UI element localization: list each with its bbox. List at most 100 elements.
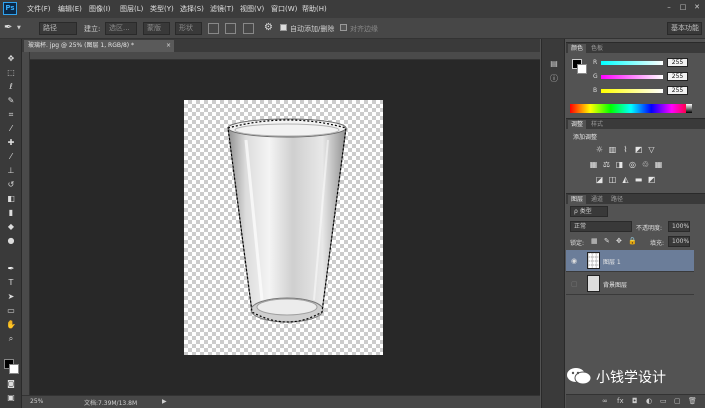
add-mask-icon[interactable]: ◘ — [632, 397, 638, 405]
new-layer-icon[interactable]: ▢ — [674, 397, 681, 405]
eraser-tool-icon[interactable]: ◧ — [5, 194, 17, 204]
quick-mask-icon[interactable]: ◙ — [5, 379, 17, 389]
green-value[interactable]: 255 — [667, 72, 688, 81]
gear-icon[interactable]: ⚙ — [264, 22, 273, 33]
hue-saturation-icon[interactable]: ▦ — [589, 161, 598, 169]
status-arrow-icon[interactable]: ▶ — [162, 398, 167, 405]
curves-icon[interactable]: ⌇ — [621, 146, 630, 154]
marquee-tool-icon[interactable]: ⬚ — [5, 68, 17, 78]
menu-file[interactable]: 文件(F) — [27, 4, 51, 14]
posterize-icon[interactable]: ◫ — [608, 176, 617, 184]
color-spectrum-bar[interactable] — [570, 104, 692, 113]
make-shape-button[interactable]: 形状 — [175, 22, 202, 35]
menu-help[interactable]: 帮助(H) — [302, 4, 327, 14]
gradient-map-icon[interactable]: ▬ — [634, 176, 643, 184]
minimize-button[interactable]: – — [664, 3, 674, 12]
chevron-down-icon[interactable]: ▼ — [17, 25, 21, 31]
visibility-eye-icon[interactable]: ◉ — [571, 257, 580, 265]
path-alignment-icon[interactable] — [225, 23, 236, 34]
move-tool-icon[interactable]: ✥ — [5, 54, 17, 64]
tab-swatches[interactable]: 色板 — [588, 44, 606, 53]
zoom-tool-icon[interactable]: ⌕ — [5, 334, 17, 344]
document-tab[interactable]: 玻璃杯. jpg @ 25% (图层 1, RGB/8) * × — [24, 40, 174, 52]
layer-row-1[interactable]: ◉ 图层 1 — [566, 250, 694, 272]
green-slider[interactable] — [601, 75, 663, 79]
tool-mode-select[interactable]: 路径 — [39, 22, 77, 35]
tab-layers[interactable]: 图层 — [568, 195, 587, 204]
menu-edit[interactable]: 编辑(E) — [58, 4, 82, 14]
quick-selection-tool-icon[interactable]: ✎ — [5, 96, 17, 106]
history-panel-icon[interactable]: ▤ — [549, 59, 559, 69]
dodge-tool-icon[interactable]: ● — [5, 236, 17, 246]
properties-panel-icon[interactable]: ⓘ — [549, 74, 559, 84]
menu-view[interactable]: 视图(V) — [240, 4, 264, 14]
menu-select[interactable]: 选择(S) — [180, 4, 204, 14]
red-value[interactable]: 255 — [667, 58, 688, 67]
delete-layer-icon[interactable]: 🗑 — [688, 397, 697, 405]
pen-tool-icon[interactable]: ✒ — [5, 264, 17, 274]
layer-name[interactable]: 背景图层 — [603, 280, 627, 289]
shape-tool-icon[interactable]: ▭ — [5, 306, 17, 316]
make-mask-button[interactable]: 蒙版 — [143, 22, 170, 35]
blend-mode-select[interactable]: 正常 — [570, 221, 632, 232]
path-selection-tool-icon[interactable]: ➤ — [5, 292, 17, 302]
new-group-icon[interactable]: ▭ — [660, 397, 667, 405]
align-edges-checkbox[interactable] — [340, 24, 347, 31]
menu-layer[interactable]: 图层(L) — [120, 4, 143, 14]
zoom-level[interactable]: 25% — [30, 398, 43, 405]
hand-tool-icon[interactable]: ✋ — [5, 320, 17, 330]
menu-type[interactable]: 类型(Y) — [150, 4, 174, 14]
close-window-button[interactable]: ✕ — [692, 3, 702, 12]
tab-color[interactable]: 颜色 — [568, 44, 587, 53]
selective-color-icon[interactable]: ◩ — [647, 176, 656, 184]
tab-paths[interactable]: 路径 — [608, 195, 626, 204]
channel-mixer-icon[interactable]: ♲ — [641, 161, 650, 169]
new-adjustment-icon[interactable]: ◐ — [646, 397, 652, 405]
crop-tool-icon[interactable]: ⌗ — [5, 110, 17, 120]
vibrance-icon[interactable]: ▽ — [647, 146, 656, 154]
grayscale-ramp[interactable] — [686, 104, 692, 113]
layer-filter-select[interactable]: ρ 类型 — [570, 206, 608, 217]
blur-tool-icon[interactable]: ◆ — [5, 222, 17, 232]
auto-add-delete-checkbox[interactable] — [280, 24, 287, 31]
workspace-select[interactable]: 基本功能 — [667, 22, 702, 35]
menu-filter[interactable]: 滤镜(T) — [210, 4, 234, 14]
tab-styles[interactable]: 样式 — [588, 120, 606, 129]
visibility-toggle-icon[interactable]: ▢ — [571, 280, 580, 288]
link-layers-icon[interactable]: ∞ — [602, 397, 608, 405]
background-swatch[interactable] — [577, 64, 587, 74]
layer-style-icon[interactable]: fx — [617, 397, 624, 405]
maximize-button[interactable]: □ — [678, 3, 688, 12]
menu-image[interactable]: 图像(I) — [89, 4, 111, 14]
blue-slider[interactable] — [601, 89, 663, 93]
tab-channels[interactable]: 通道 — [588, 195, 606, 204]
opacity-input[interactable]: 100% — [668, 221, 690, 232]
layer-row-background[interactable]: ▢ 背景图层 — [566, 273, 694, 295]
lock-all-icon[interactable]: 🔒 — [628, 237, 637, 245]
gradient-tool-icon[interactable]: ▮ — [5, 208, 17, 218]
background-color-swatch[interactable] — [9, 364, 19, 374]
document-canvas[interactable] — [184, 100, 383, 355]
brush-tool-icon[interactable]: ⁄ — [5, 152, 17, 162]
red-slider[interactable] — [601, 61, 663, 65]
threshold-icon[interactable]: ◭ — [621, 176, 630, 184]
healing-brush-tool-icon[interactable]: ✚ — [5, 138, 17, 148]
type-tool-icon[interactable]: T — [5, 278, 17, 288]
history-brush-tool-icon[interactable]: ↺ — [5, 180, 17, 190]
fill-input[interactable]: 100% — [668, 236, 690, 247]
color-lookup-icon[interactable]: ▦ — [654, 161, 663, 169]
eyedropper-tool-icon[interactable]: ⁄ — [5, 124, 17, 134]
make-selection-button[interactable]: 选区... — [105, 22, 137, 35]
exposure-icon[interactable]: ◩ — [634, 146, 643, 154]
photo-filter-icon[interactable]: ◎ — [628, 161, 637, 169]
lock-pixels-icon[interactable]: ▦ — [591, 237, 598, 245]
tab-adjustments[interactable]: 调整 — [568, 120, 587, 129]
pen-tool-icon[interactable]: ✒ — [4, 22, 12, 33]
layer-name[interactable]: 图层 1 — [603, 257, 621, 266]
blue-value[interactable]: 255 — [667, 86, 688, 95]
levels-icon[interactable]: ▥ — [608, 146, 617, 154]
menu-window[interactable]: 窗口(W) — [271, 4, 297, 14]
lock-brush-icon[interactable]: ✎ — [604, 237, 610, 245]
clone-stamp-tool-icon[interactable]: ⊥ — [5, 166, 17, 176]
black-white-icon[interactable]: ◨ — [615, 161, 624, 169]
